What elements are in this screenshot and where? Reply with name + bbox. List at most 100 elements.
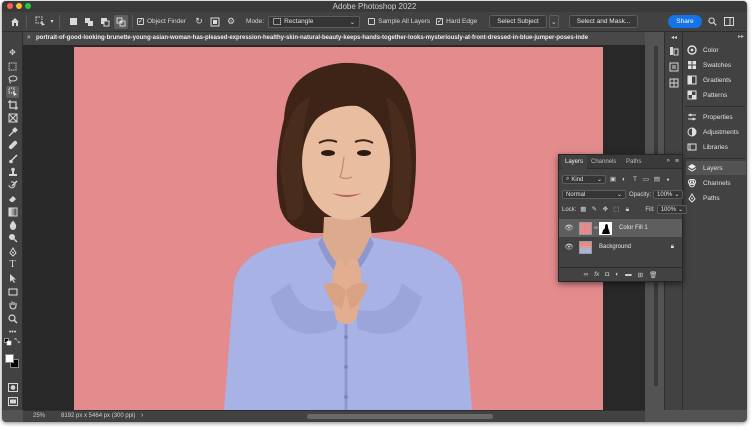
dodge-tool-icon[interactable] [6,232,19,244]
sample-all-layers-checkbox[interactable] [368,18,376,25]
chevron-right-icon[interactable]: › [141,412,143,419]
layer-row[interactable]: 👁︎ ∞ Color Fill 1 [559,219,682,237]
new-selection-icon[interactable] [66,15,80,29]
eyedropper-tool-icon[interactable] [6,126,19,138]
visibility-eye-icon[interactable]: 👁︎ [564,224,574,232]
document-canvas[interactable] [74,47,603,410]
crop-tool-icon[interactable] [6,99,19,111]
history-brush-tool-icon[interactable] [6,179,19,191]
default-colors-icon[interactable] [4,338,12,346]
collapse-panel-icon[interactable]: » [667,158,670,164]
intersect-selection-icon[interactable] [114,14,128,29]
layer-row[interactable]: 👁︎ Background 🔒︎ [559,238,682,256]
expand-panels-icon[interactable]: ◂◂ [669,33,679,43]
tab-paths[interactable]: Paths [622,155,645,169]
tab-layers[interactable]: Layers [561,155,588,169]
select-subject-button[interactable]: Select Subject [489,15,547,28]
object-finder-checkbox[interactable]: ✓ [137,18,144,25]
eraser-tool-icon[interactable] [6,192,19,204]
rectangle-tool-icon[interactable] [6,286,19,298]
panel-item-layers[interactable]: Layers [686,161,746,175]
brush-tool-icon[interactable] [6,153,19,165]
pixel-layer-filter-icon[interactable]: ▣ [609,176,617,184]
new-group-icon[interactable]: ▬ [625,271,632,278]
document-info[interactable]: 8192 px x 5464 px (300 ppi) [61,413,135,419]
filter-toggle-icon[interactable]: ● [664,176,672,184]
search-icon[interactable] [706,15,720,29]
panel-item-swatches[interactable]: Swatches [686,58,746,72]
gradient-tool-icon[interactable] [6,206,19,218]
tab-channels[interactable]: Channels [587,155,620,169]
gear-icon[interactable]: ⚙ [224,15,238,29]
glyphs-panel-icon[interactable] [669,78,679,88]
canvas-area[interactable] [23,45,645,410]
panel-item-properties[interactable]: Properties [686,110,746,124]
opacity-field[interactable]: 100% ⌄ [653,190,684,199]
type-tool-icon[interactable]: T [6,259,19,271]
new-layer-icon[interactable]: ⊞ [638,271,643,279]
hand-tool-icon[interactable] [6,299,19,311]
refresh-icon[interactable]: ↻ [192,15,206,29]
background-thumbnail[interactable] [579,240,592,254]
share-button[interactable]: Share [668,15,702,28]
color-fill-thumbnail[interactable] [579,221,592,235]
blur-tool-icon[interactable] [6,219,19,231]
panel-item-paths[interactable]: Paths [686,191,746,205]
horizontal-scrollbar[interactable] [307,414,493,419]
comments-panel-icon[interactable] [669,62,679,72]
object-selection-tool-icon[interactable] [33,15,47,29]
fill-field[interactable]: 100% ⌄ [656,205,688,214]
quick-mask-icon[interactable] [6,381,19,393]
hard-edge-checkbox[interactable]: ✓ [436,18,444,25]
home-icon[interactable] [8,15,22,29]
lock-artboard-icon[interactable]: ⬚ [612,206,620,214]
layer-name[interactable]: Color Fill 1 [619,225,648,231]
artboard-tool-icon[interactable] [6,60,19,72]
visibility-eye-icon[interactable]: 👁︎ [564,243,574,251]
move-tool-icon[interactable]: ✥ [6,47,19,59]
filter-kind-dropdown[interactable]: ⌕ Kind ⌄ [562,175,606,184]
panel-item-patterns[interactable]: Patterns [686,88,746,102]
pen-tool-icon[interactable] [6,246,19,258]
zoom-tool-icon[interactable] [6,313,19,325]
mode-dropdown[interactable]: Rectangle ⌄ [268,15,361,28]
new-adjustment-layer-icon[interactable]: ◐ [615,271,619,278]
history-panel-icon[interactable] [669,46,679,56]
blend-mode-dropdown[interactable]: Normal ⌄ [562,190,626,199]
add-to-selection-icon[interactable] [82,15,96,29]
foreground-color-swatch[interactable] [5,354,14,363]
chevron-down-icon[interactable]: ▾ [49,15,55,29]
link-layers-icon[interactable]: ∞ [584,271,589,278]
layer-style-icon[interactable]: fx [594,271,599,278]
close-tab-icon[interactable]: × [27,32,31,45]
lock-position-icon[interactable]: ✥ [601,206,609,214]
lock-transparent-pixels-icon[interactable]: ▦ [579,206,587,214]
add-mask-icon[interactable]: ◘ [605,271,609,278]
workspace-icon[interactable] [722,15,736,29]
object-selection-tool-icon[interactable] [6,86,19,98]
panel-item-color[interactable]: Color [686,43,746,57]
clone-stamp-tool-icon[interactable] [6,166,19,178]
lock-image-pixels-icon[interactable]: ✎ [590,206,598,214]
path-selection-tool-icon[interactable] [6,272,19,284]
expand-panels-icon[interactable]: ▸▸ [738,33,744,40]
adjustment-layer-filter-icon[interactable]: ◐ [620,176,628,184]
delete-layer-icon[interactable]: 🗑︎ [649,271,657,279]
panel-item-channels[interactable]: Channels [686,176,746,190]
layer-name[interactable]: Background [599,244,631,250]
frame-tool-icon[interactable] [6,112,19,124]
subtract-from-selection-icon[interactable] [98,15,112,29]
smart-object-filter-icon[interactable]: ▤ [653,176,661,184]
show-all-objects-icon[interactable] [208,15,222,29]
panel-item-adjustments[interactable]: Adjustments [686,125,746,139]
type-layer-filter-icon[interactable]: T [631,176,639,184]
panel-menu-icon[interactable]: ≡ [675,158,679,165]
zoom-level[interactable]: 25% [33,413,45,419]
panel-item-gradients[interactable]: Gradients [686,73,746,87]
swap-colors-icon[interactable]: ⤡ [13,338,21,346]
screen-mode-icon[interactable] [6,395,19,407]
lasso-tool-icon[interactable] [6,73,19,85]
select-and-mask-button[interactable]: Select and Mask... [568,15,639,28]
healing-brush-tool-icon[interactable] [6,139,19,151]
chevron-down-icon[interactable]: ⌄ [548,15,559,28]
